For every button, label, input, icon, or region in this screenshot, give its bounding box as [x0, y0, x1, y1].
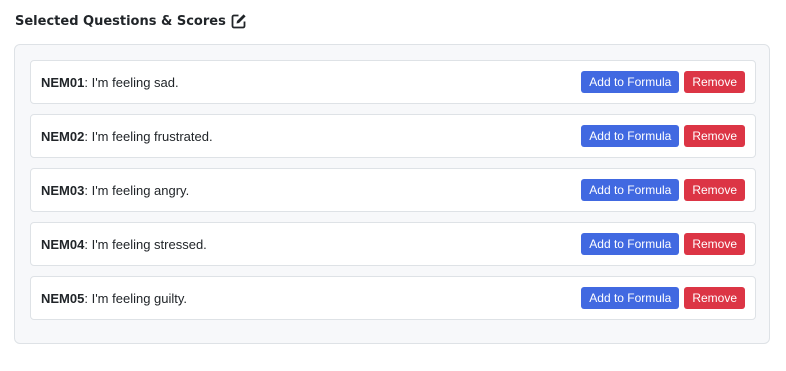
- edit-icon-svg: [231, 14, 246, 29]
- add-to-formula-button[interactable]: Add to Formula: [581, 71, 680, 93]
- question-code: NEM01: [41, 74, 85, 90]
- row-actions: Add to Formula Remove: [581, 179, 745, 201]
- question-row: NEM02: I'm feeling frustrated. Add to Fo…: [30, 114, 756, 158]
- question-text: NEM05: I'm feeling guilty.: [41, 291, 187, 306]
- remove-button[interactable]: Remove: [684, 179, 745, 201]
- question-label: : I'm feeling guilty.: [84, 290, 188, 306]
- add-to-formula-button[interactable]: Add to Formula: [581, 179, 680, 201]
- section-header: Selected Questions & Scores: [15, 11, 248, 31]
- question-row: NEM04: I'm feeling stressed. Add to Form…: [30, 222, 756, 266]
- question-row: NEM05: I'm feeling guilty. Add to Formul…: [30, 276, 756, 320]
- remove-button[interactable]: Remove: [684, 125, 745, 147]
- add-to-formula-button[interactable]: Add to Formula: [581, 233, 680, 255]
- remove-button[interactable]: Remove: [684, 71, 745, 93]
- question-label: : I'm feeling frustrated.: [84, 128, 213, 144]
- question-label: : I'm feeling angry.: [84, 182, 190, 198]
- remove-button[interactable]: Remove: [684, 233, 745, 255]
- row-actions: Add to Formula Remove: [581, 125, 745, 147]
- question-code: NEM04: [41, 236, 85, 252]
- row-actions: Add to Formula Remove: [581, 287, 745, 309]
- question-code: NEM02: [41, 128, 85, 144]
- section-title: Selected Questions & Scores: [15, 13, 226, 29]
- question-row: NEM01: I'm feeling sad. Add to Formula R…: [30, 60, 756, 104]
- row-actions: Add to Formula Remove: [581, 233, 745, 255]
- add-to-formula-button[interactable]: Add to Formula: [581, 125, 680, 147]
- page: Selected Questions & Scores NEM01: I'm f…: [0, 0, 786, 371]
- selected-questions-panel: NEM01: I'm feeling sad. Add to Formula R…: [14, 44, 770, 344]
- question-code: NEM05: [41, 290, 85, 306]
- question-label: : I'm feeling sad.: [84, 74, 179, 90]
- question-text: NEM02: I'm feeling frustrated.: [41, 129, 213, 144]
- question-text: NEM01: I'm feeling sad.: [41, 75, 179, 90]
- edit-icon[interactable]: [231, 13, 248, 30]
- question-text: NEM03: I'm feeling angry.: [41, 183, 189, 198]
- question-row: NEM03: I'm feeling angry. Add to Formula…: [30, 168, 756, 212]
- question-label: : I'm feeling stressed.: [84, 236, 207, 252]
- row-actions: Add to Formula Remove: [581, 71, 745, 93]
- remove-button[interactable]: Remove: [684, 287, 745, 309]
- question-text: NEM04: I'm feeling stressed.: [41, 237, 207, 252]
- question-code: NEM03: [41, 182, 85, 198]
- add-to-formula-button[interactable]: Add to Formula: [581, 287, 680, 309]
